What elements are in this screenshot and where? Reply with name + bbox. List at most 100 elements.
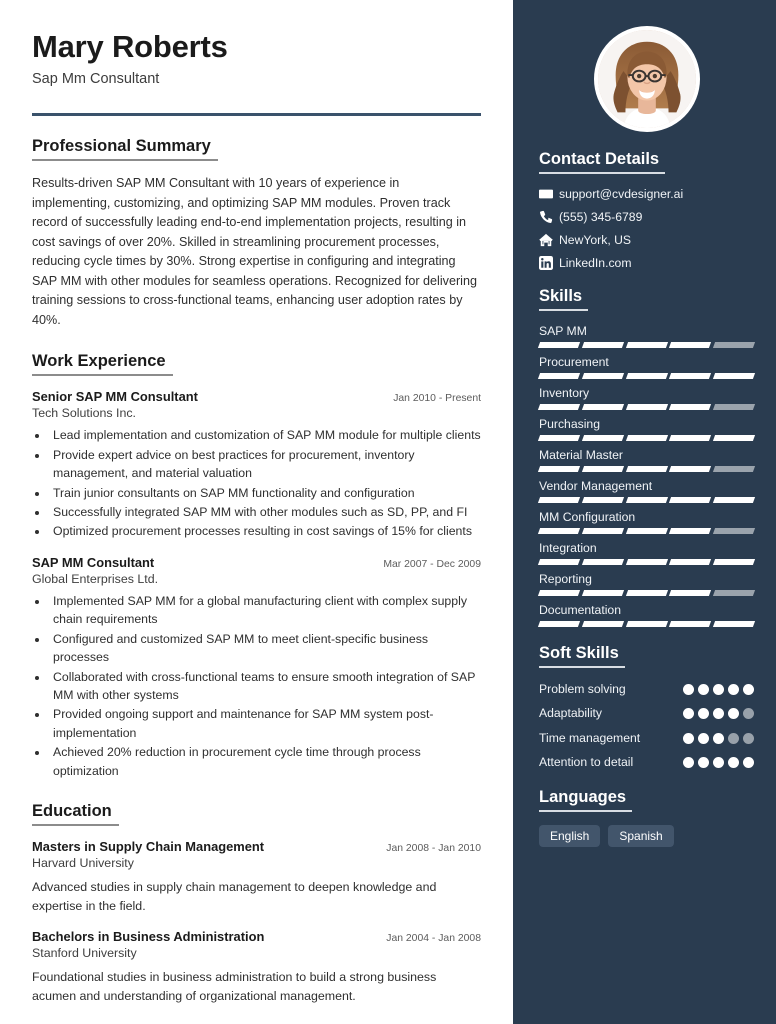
education-entry: Masters in Supply Chain Management Jan 2… (32, 839, 481, 915)
contact-item-linkedin[interactable]: LinkedIn.com (539, 256, 754, 270)
skill-segment (581, 404, 624, 410)
work-entry-date: Mar 2007 - Dec 2009 (383, 558, 481, 570)
list-item: Provide expert advice on best practices … (49, 446, 481, 483)
contact-item-email[interactable]: support@cvdesigner.ai (539, 187, 754, 201)
rating-dot (698, 684, 709, 695)
resume-page: Mary Roberts Sap Mm Consultant Professio… (0, 0, 776, 1024)
skill-segment (537, 404, 580, 410)
list-item: Train junior consultants on SAP MM funct… (49, 484, 481, 502)
soft-skill-item: Time management (539, 730, 754, 746)
rating-dot (683, 708, 694, 720)
section-education: Education Masters in Supply Chain Manage… (32, 802, 481, 1005)
skill-segment (581, 466, 624, 472)
language-chip: Spanish (608, 824, 674, 847)
work-entry-title: Senior SAP MM Consultant (32, 389, 198, 405)
skill-segment (625, 466, 668, 472)
skill-segment (581, 497, 624, 503)
skill-level-bar (537, 559, 756, 565)
rating-dot (698, 757, 709, 769)
skill-segment (669, 528, 712, 534)
skill-segment (713, 466, 756, 472)
skill-item: MM Configuration (537, 510, 756, 534)
skill-segment (625, 435, 668, 441)
rating-dot (728, 708, 739, 720)
rating-dot (683, 684, 694, 695)
avatar (593, 26, 700, 132)
rating-dot (728, 732, 739, 744)
skill-item: Documentation (537, 603, 756, 627)
skill-segment (537, 373, 580, 379)
education-entry-header: Masters in Supply Chain Management Jan 2… (32, 839, 481, 854)
soft-skill-item: Problem solving (539, 681, 754, 697)
list-item: Configured and customized SAP MM to meet… (49, 630, 481, 667)
rating-dot (743, 684, 754, 695)
skill-segment (669, 497, 712, 503)
contact-item-phone[interactable]: (555) 345-6789 (539, 210, 754, 224)
rating-dot (713, 684, 724, 695)
professional-summary-text: Results-driven SAP MM Consultant with 10… (32, 176, 477, 327)
skill-segment (625, 559, 668, 565)
skill-item: Vendor Management (537, 479, 756, 503)
skill-level-bar (537, 528, 756, 534)
soft-skill-label: Attention to detail (539, 755, 634, 770)
skill-label: MM Configuration (539, 510, 636, 524)
profile-photo-illustration (597, 30, 696, 128)
soft-skill-label: Adaptability (539, 706, 603, 721)
candidate-job-title: Sap Mm Consultant (32, 71, 160, 88)
soft-skill-rating (683, 754, 754, 769)
language-chip: English (539, 824, 601, 847)
work-entry-header: Senior SAP MM Consultant Jan 2010 - Pres… (32, 389, 481, 404)
skill-segment (581, 342, 624, 348)
skill-segment (713, 590, 756, 596)
rating-dot (683, 757, 694, 769)
skill-segment (713, 621, 756, 627)
skill-item: Material Master (537, 448, 756, 472)
contact-item-location[interactable]: NewYork, US (539, 233, 754, 247)
education-entry-organization: Harvard University (32, 856, 134, 871)
rating-dot (743, 757, 754, 769)
skill-segment (581, 528, 624, 534)
list-item: Collaborated with cross-functional teams… (49, 668, 481, 705)
skill-segment (537, 435, 580, 441)
skill-label: Integration (539, 541, 597, 555)
list-item: Achieved 20% reduction in procurement cy… (49, 743, 481, 780)
rating-dot (698, 708, 709, 720)
skill-segment (625, 497, 668, 503)
rating-dot (713, 757, 724, 769)
section-heading-education: Education (32, 802, 119, 827)
education-entry-organization: Stanford University (32, 946, 137, 961)
work-entry-title: SAP MM Consultant (32, 554, 155, 570)
envelope-icon (539, 187, 559, 201)
skill-segment (625, 342, 668, 348)
skill-segment (669, 373, 712, 379)
skill-segment (625, 373, 668, 379)
rating-dot (728, 684, 739, 695)
list-item: Lead implementation and customization of… (49, 426, 481, 444)
soft-skills-list: Problem solving Adaptability Time manageme… (539, 681, 754, 771)
work-entry: Senior SAP MM Consultant Jan 2010 - Pres… (32, 389, 481, 541)
soft-skill-rating (683, 730, 754, 744)
education-entry-header: Bachelors in Business Administration Jan… (32, 929, 481, 944)
section-contact-details: Contact Details support@cvdesigner.ai (5… (539, 150, 754, 270)
section-heading-skills: Skills (539, 287, 589, 311)
soft-skill-label: Time management (539, 730, 641, 745)
education-entry-date: Jan 2008 - Jan 2010 (386, 843, 481, 855)
avatar-wrapper (539, 0, 754, 150)
section-skills: Skills SAP MM Procurement Inventory Purchas… (537, 287, 756, 627)
list-item: Implemented SAP MM for a global manufact… (49, 592, 481, 629)
section-heading-languages: Languages (539, 788, 633, 812)
education-entry-title: Masters in Supply Chain Management (32, 839, 265, 855)
skill-segment (669, 404, 712, 410)
list-item: Successfully integrated SAP MM with othe… (49, 503, 481, 521)
skill-segment (713, 404, 756, 410)
linkedin-icon (539, 256, 559, 270)
skill-level-bar (537, 621, 756, 627)
skill-segment (669, 559, 712, 565)
skill-segment (581, 435, 624, 441)
rating-dot (713, 708, 724, 720)
soft-skill-label: Problem solving (539, 682, 626, 696)
main-column: Mary Roberts Sap Mm Consultant Professio… (0, 0, 513, 1024)
skill-segment (537, 559, 580, 565)
rating-dot (713, 732, 724, 744)
skill-segment (581, 590, 624, 596)
